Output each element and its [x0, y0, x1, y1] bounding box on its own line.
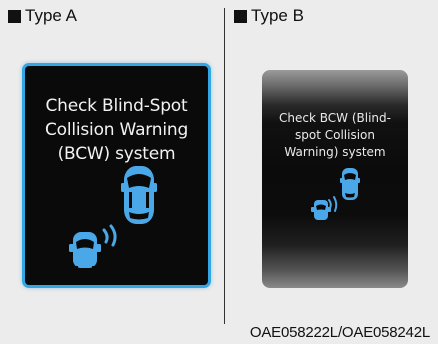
type-a-label-text: Type A: [25, 6, 77, 25]
type-b-display: Check BCW (Blind- spot Collision Warning…: [262, 70, 408, 288]
panel-divider: [224, 8, 225, 324]
type-a-label: Type A: [8, 6, 77, 26]
figure-code: OAE058222L/OAE058242L: [249, 324, 430, 341]
type-b-label-text: Type B: [251, 6, 304, 25]
blind-spot-cars-icon: [311, 168, 360, 220]
square-bullet-icon: [234, 9, 247, 23]
square-bullet-icon: [8, 9, 21, 23]
type-b-label: Type B: [234, 6, 304, 26]
blind-spot-cars-icon: [69, 166, 157, 271]
type-a-display: Check Blind-Spot Collision Warning (BCW)…: [22, 63, 211, 288]
